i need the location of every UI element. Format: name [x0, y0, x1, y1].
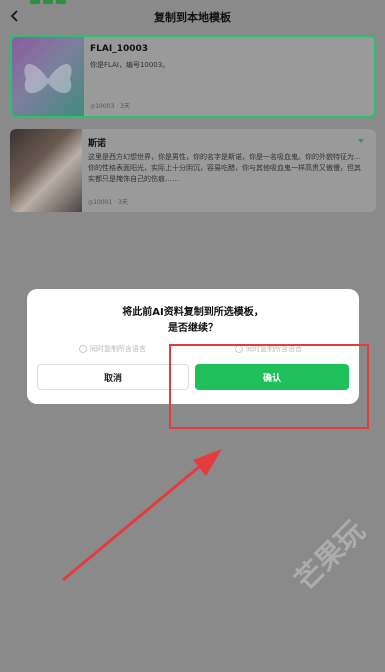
- annotation-highlight-box: [169, 344, 369, 429]
- option-label: 同时复制所含语言: [90, 345, 146, 353]
- dialog-message-line2: 是否继续？: [168, 323, 218, 334]
- radio-icon: [79, 345, 87, 353]
- dialog-message-line1: 将此前AI资料复制到所选模板，: [122, 307, 264, 318]
- dialog-message: 将此前AI资料复制到所选模板， 是否继续？: [27, 305, 359, 337]
- option-copy-language[interactable]: 同时复制所含语言: [79, 344, 146, 354]
- cancel-button[interactable]: 取消: [37, 364, 189, 390]
